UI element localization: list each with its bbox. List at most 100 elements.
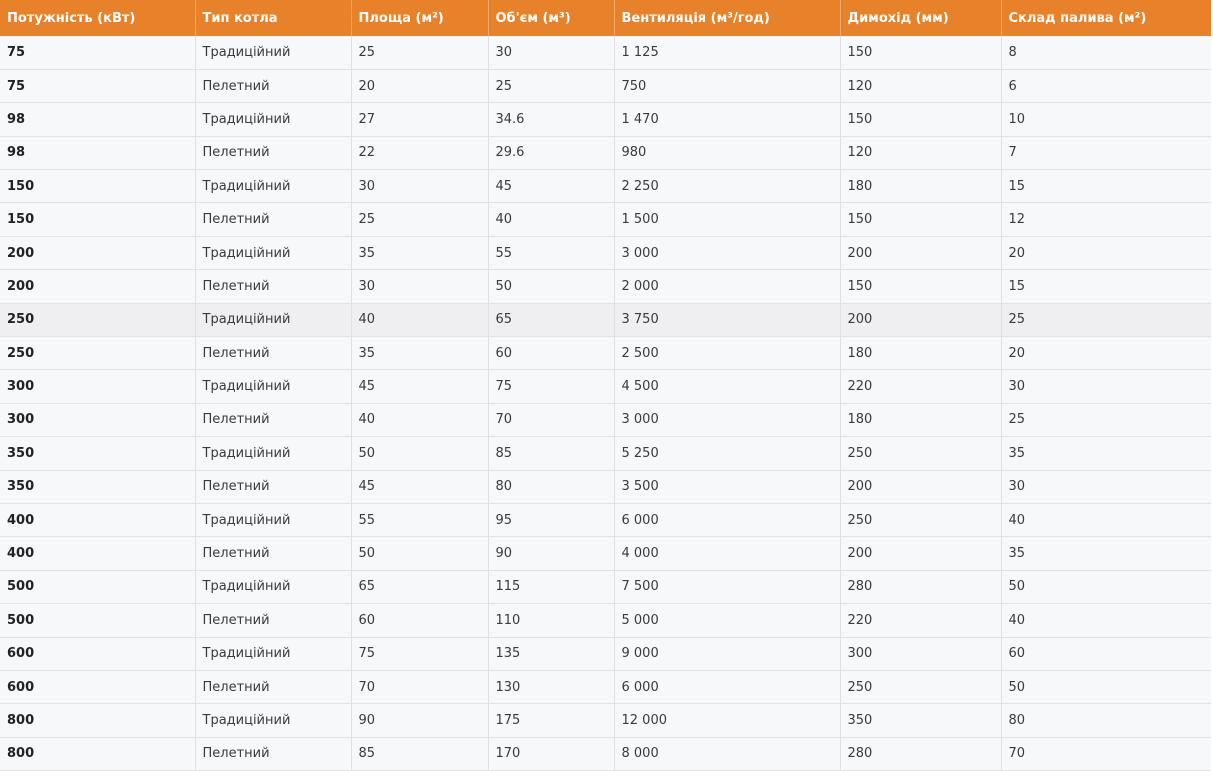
cell-area: 50 [351, 536, 489, 571]
cell-boiler-type: Традиційний [195, 169, 352, 204]
cell-ventilation: 5 000 [614, 603, 841, 638]
cell-volume: 95 [488, 503, 615, 538]
cell-boiler-type: Пелетний [195, 470, 352, 504]
cell-area: 25 [351, 202, 489, 237]
cell-ventilation: 1 470 [614, 102, 841, 137]
cell-volume: 70 [488, 403, 615, 438]
cell-area: 25 [351, 36, 489, 70]
cell-power: 75 [0, 36, 196, 70]
cell-area: 35 [351, 336, 489, 371]
cell-fuel-storage: 15 [1001, 269, 1211, 304]
cell-area: 27 [351, 102, 489, 137]
cell-area: 65 [351, 570, 489, 605]
cell-chimney: 150 [840, 202, 1002, 237]
cell-power: 98 [0, 136, 196, 171]
cell-volume: 85 [488, 436, 615, 471]
cell-volume: 45 [488, 169, 615, 204]
cell-ventilation: 750 [614, 69, 841, 104]
cell-chimney: 280 [840, 737, 1002, 772]
cell-fuel-storage: 50 [1001, 670, 1211, 705]
cell-power: 600 [0, 637, 196, 671]
cell-boiler-type: Пелетний [195, 202, 352, 237]
cell-power: 250 [0, 336, 196, 371]
cell-fuel-storage: 30 [1001, 369, 1211, 404]
table-row: 400 Традиційний 55 95 6 000 250 40 [0, 503, 1211, 538]
cell-chimney: 120 [840, 69, 1002, 104]
cell-chimney: 180 [840, 336, 1002, 371]
cell-ventilation: 3 500 [614, 470, 841, 504]
table-row: 350 Пелетний 45 80 3 500 200 30 [0, 470, 1211, 504]
cell-chimney: 250 [840, 670, 1002, 705]
cell-fuel-storage: 20 [1001, 336, 1211, 371]
cell-boiler-type: Традиційний [195, 369, 352, 404]
cell-power: 150 [0, 202, 196, 237]
cell-chimney: 200 [840, 470, 1002, 504]
cell-area: 45 [351, 470, 489, 504]
cell-power: 400 [0, 536, 196, 571]
cell-area: 30 [351, 169, 489, 204]
cell-volume: 80 [488, 470, 615, 504]
cell-boiler-type: Традиційний [195, 102, 352, 137]
cell-fuel-storage: 20 [1001, 236, 1211, 271]
cell-chimney: 180 [840, 403, 1002, 438]
cell-fuel-storage: 70 [1001, 737, 1211, 772]
cell-ventilation: 9 000 [614, 637, 841, 671]
cell-chimney: 180 [840, 169, 1002, 204]
cell-ventilation: 6 000 [614, 503, 841, 538]
cell-fuel-storage: 25 [1001, 403, 1211, 438]
cell-boiler-type: Пелетний [195, 603, 352, 638]
cell-volume: 25 [488, 69, 615, 104]
cell-volume: 29.6 [488, 136, 615, 171]
cell-chimney: 300 [840, 637, 1002, 671]
table-row: 500 Пелетний 60 110 5 000 220 40 [0, 603, 1211, 638]
cell-area: 50 [351, 436, 489, 471]
cell-volume: 34.6 [488, 102, 615, 137]
table-row: 150 Традиційний 30 45 2 250 180 15 [0, 169, 1211, 204]
cell-ventilation: 5 250 [614, 436, 841, 471]
cell-chimney: 200 [840, 303, 1002, 338]
header-chimney: Димохід (мм) [840, 0, 1002, 36]
cell-fuel-storage: 40 [1001, 603, 1211, 638]
cell-ventilation: 4 000 [614, 536, 841, 571]
header-power: Потужність (кВт) [0, 0, 196, 36]
cell-volume: 170 [488, 737, 615, 772]
cell-boiler-type: Традиційний [195, 570, 352, 605]
cell-area: 40 [351, 403, 489, 438]
cell-area: 40 [351, 303, 489, 338]
header-volume: Об'єм (м³) [488, 0, 615, 36]
cell-power: 75 [0, 69, 196, 104]
cell-power: 150 [0, 169, 196, 204]
cell-boiler-type: Традиційний [195, 303, 352, 338]
table-row: 75 Традиційний 25 30 1 125 150 8 [0, 36, 1211, 70]
cell-volume: 60 [488, 336, 615, 371]
table-row: 600 Пелетний 70 130 6 000 250 50 [0, 670, 1211, 705]
cell-area: 90 [351, 703, 489, 738]
cell-fuel-storage: 35 [1001, 436, 1211, 471]
cell-volume: 115 [488, 570, 615, 605]
cell-power: 600 [0, 670, 196, 705]
cell-volume: 135 [488, 637, 615, 671]
cell-volume: 40 [488, 202, 615, 237]
cell-fuel-storage: 60 [1001, 637, 1211, 671]
cell-chimney: 120 [840, 136, 1002, 171]
cell-fuel-storage: 50 [1001, 570, 1211, 605]
cell-ventilation: 6 000 [614, 670, 841, 705]
cell-ventilation: 3 000 [614, 236, 841, 271]
cell-volume: 130 [488, 670, 615, 705]
cell-boiler-type: Пелетний [195, 403, 352, 438]
cell-power: 350 [0, 436, 196, 471]
cell-boiler-type: Пелетний [195, 69, 352, 104]
cell-volume: 50 [488, 269, 615, 304]
cell-power: 350 [0, 470, 196, 504]
header-boiler-type: Тип котла [195, 0, 352, 36]
cell-fuel-storage: 80 [1001, 703, 1211, 738]
cell-volume: 55 [488, 236, 615, 271]
table-row: 300 Пелетний 40 70 3 000 180 25 [0, 403, 1211, 438]
table-row: 300 Традиційний 45 75 4 500 220 30 [0, 369, 1211, 404]
cell-area: 85 [351, 737, 489, 772]
cell-volume: 90 [488, 536, 615, 571]
cell-ventilation: 8 000 [614, 737, 841, 772]
cell-volume: 110 [488, 603, 615, 638]
cell-ventilation: 12 000 [614, 703, 841, 738]
cell-chimney: 280 [840, 570, 1002, 605]
